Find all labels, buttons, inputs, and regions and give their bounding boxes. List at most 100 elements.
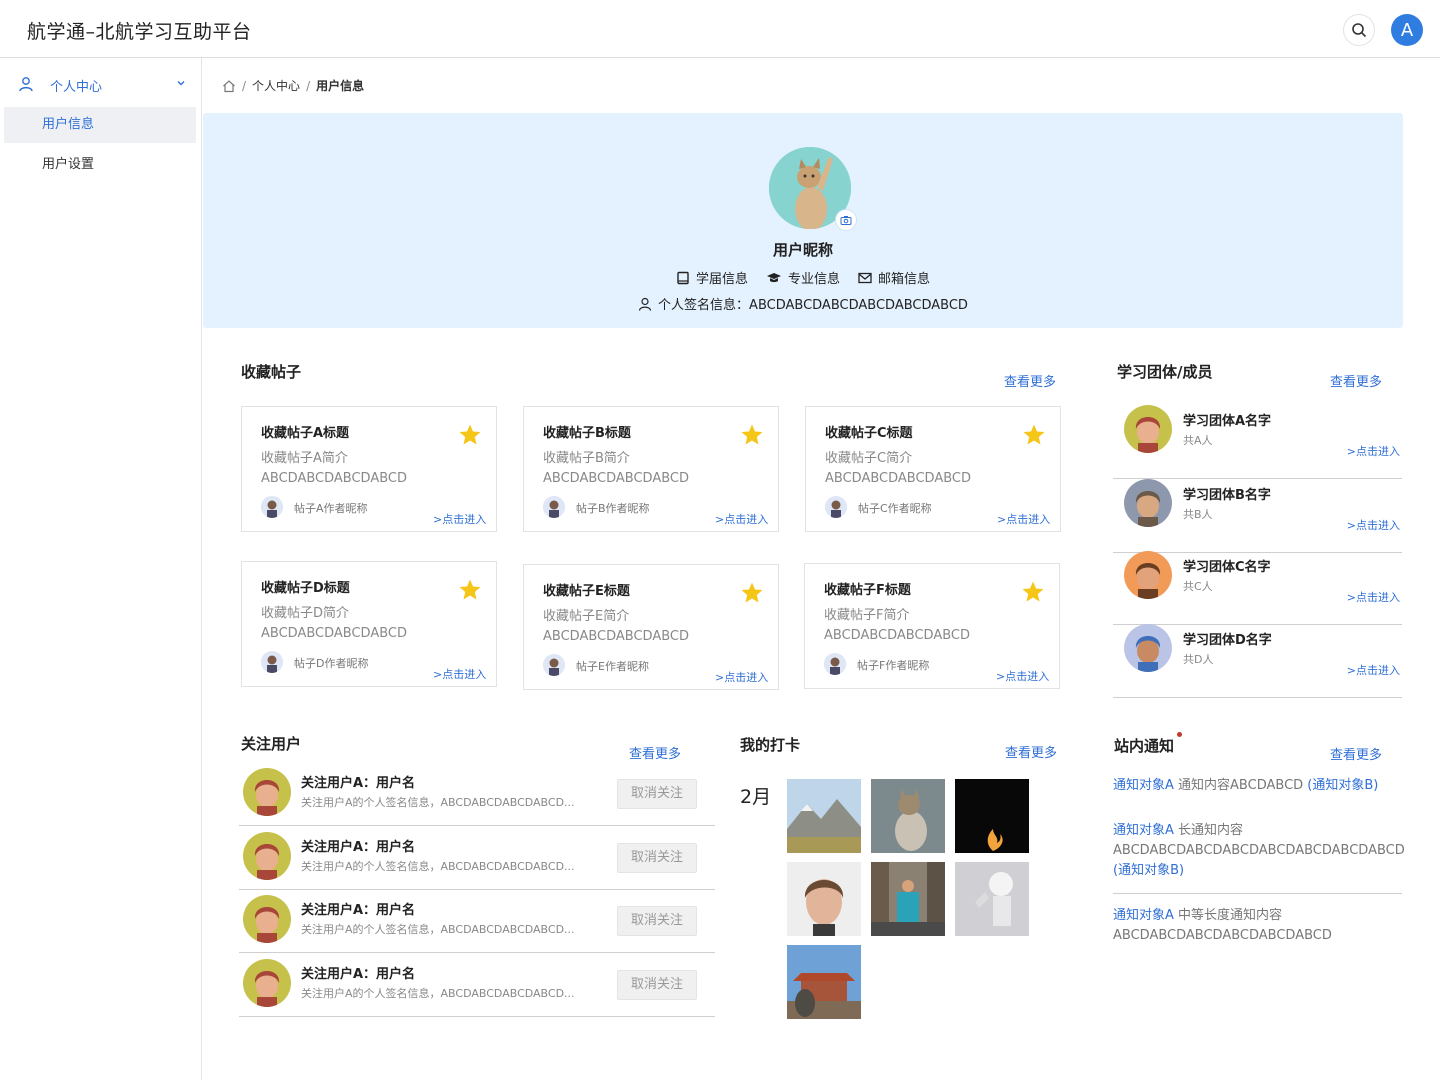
checkin-photo-fire[interactable] [955, 779, 1029, 853]
follows-more-link[interactable]: 查看更多 [629, 743, 681, 762]
group-enter-link[interactable]: >点击进入 [1347, 662, 1400, 678]
favorites-more-link[interactable]: 查看更多 [1004, 371, 1056, 390]
post-title[interactable]: 收藏帖子A标题 [261, 422, 349, 441]
followed-user-avatar[interactable] [243, 768, 291, 816]
followed-user-item[interactable]: 关注用户A：用户名 关注用户A的个人签名信息，ABCDABCDABCDABCD.… [239, 766, 715, 826]
sidebar-item-user-settings[interactable]: 用户设置 [4, 147, 196, 183]
post-enter-link[interactable]: >点击进入 [433, 511, 486, 527]
unfollow-button[interactable]: 取消关注 [617, 779, 697, 809]
search-button[interactable] [1343, 14, 1375, 46]
unfollow-button[interactable]: 取消关注 [617, 843, 697, 873]
notice-sender[interactable]: 通知对象A [1113, 778, 1174, 793]
post-enter-link[interactable]: >点击进入 [996, 668, 1049, 684]
post-title[interactable]: 收藏帖子B标题 [543, 422, 631, 441]
favorite-post-card[interactable]: 收藏帖子E标题 收藏帖子E简介 ABCDABCDABCDABCD 帖子E作者昵称 … [523, 564, 779, 690]
change-avatar-button[interactable] [835, 209, 857, 231]
star-icon[interactable] [458, 423, 482, 447]
groups-more-link[interactable]: 查看更多 [1330, 371, 1382, 390]
followed-user-name[interactable]: 关注用户A：用户名 [301, 899, 415, 918]
post-enter-link[interactable]: >点击进入 [715, 511, 768, 527]
checkin-photo-palace[interactable] [787, 945, 861, 1019]
followed-user-avatar[interactable] [243, 832, 291, 880]
group-item[interactable]: 学习团体C名字 共C人 >点击进入 [1113, 551, 1402, 625]
favorite-post-card[interactable]: 收藏帖子F标题 收藏帖子F简介 ABCDABCDABCDABCD 帖子F作者昵称 … [804, 563, 1060, 689]
star-icon[interactable] [458, 578, 482, 602]
followed-user-signature: 关注用户A的个人签名信息，ABCDABCDABCDABCD... [301, 923, 575, 936]
followed-user-name[interactable]: 关注用户A：用户名 [301, 772, 415, 791]
favorites-title: 收藏帖子 [241, 363, 302, 381]
followed-user-item[interactable]: 关注用户A：用户名 关注用户A的个人签名信息，ABCDABCDABCDABCD.… [239, 957, 715, 1017]
post-author: 帖子D作者昵称 [294, 657, 369, 670]
major-info: 专业信息 [766, 268, 840, 287]
breadcrumb-item-personal-center[interactable]: 个人中心 [252, 77, 300, 94]
post-desc: 收藏帖子F简介 ABCDABCDABCDABCD [824, 606, 994, 646]
notice-sender[interactable]: 通知对象A [1113, 908, 1174, 923]
home-icon[interactable] [222, 79, 236, 93]
post-enter-link[interactable]: >点击进入 [997, 511, 1050, 527]
group-enter-link[interactable]: >点击进入 [1347, 517, 1400, 533]
sidebar-item-user-info[interactable]: 用户信息 [4, 107, 196, 143]
checkin-photo-cat[interactable] [871, 779, 945, 853]
notice-item[interactable]: 通知对象A 中等长度通知内容ABCDABCDABCDABCDABCDABCD [1113, 906, 1402, 946]
group-enter-link[interactable]: >点击进入 [1347, 589, 1400, 605]
author-avatar [825, 496, 847, 518]
breadcrumb-separator: / [306, 78, 311, 93]
group-avatar [1124, 405, 1172, 453]
unfollow-button[interactable]: 取消关注 [617, 906, 697, 936]
unfollow-button[interactable]: 取消关注 [617, 970, 697, 1000]
group-enter-link[interactable]: >点击进入 [1347, 443, 1400, 459]
star-icon[interactable] [740, 423, 764, 447]
breadcrumb-item-user-info: 用户信息 [316, 79, 365, 93]
post-desc-line: 收藏帖子A简介 [261, 451, 348, 466]
post-title[interactable]: 收藏帖子D标题 [261, 577, 350, 596]
group-item[interactable]: 学习团体D名字 共D人 >点击进入 [1113, 624, 1402, 698]
user-avatar-button[interactable]: A [1391, 14, 1423, 46]
favorite-post-card[interactable]: 收藏帖子B标题 收藏帖子B简介 ABCDABCDABCDABCD 帖子B作者昵称 … [523, 406, 779, 532]
notice-item[interactable]: 通知对象A 通知内容ABCDABCD (通知对象B) [1113, 776, 1402, 796]
star-icon[interactable] [1021, 580, 1045, 604]
post-desc-line: 收藏帖子D简介 [261, 606, 350, 621]
checkin-photo-street[interactable] [871, 862, 945, 936]
group-name[interactable]: 学习团体D名字 [1183, 629, 1272, 648]
star-icon[interactable] [740, 581, 764, 605]
sidebar: 个人中心 用户信息 用户设置 [0, 58, 202, 1080]
notices-title: 站内通知 [1114, 737, 1175, 755]
followed-user-avatar[interactable] [243, 895, 291, 943]
followed-user-item[interactable]: 关注用户A：用户名 关注用户A的个人签名信息，ABCDABCDABCDABCD.… [239, 893, 715, 953]
notice-sender[interactable]: 通知对象A [1113, 823, 1174, 838]
followed-user-avatar[interactable] [243, 959, 291, 1007]
post-title[interactable]: 收藏帖子F标题 [824, 579, 911, 598]
notice-item[interactable]: 通知对象A 长通知内容ABCDABCDABCDABCDABCDABCDABCDA… [1113, 821, 1405, 881]
post-enter-link[interactable]: >点击进入 [715, 669, 768, 685]
sidebar-group-personal-center[interactable]: 个人中心 [0, 70, 202, 98]
checkin-photo-portrait[interactable] [787, 862, 861, 936]
followed-user-item[interactable]: 关注用户A：用户名 关注用户A的个人签名信息，ABCDABCDABCDABCD.… [239, 830, 715, 890]
post-desc: 收藏帖子C简介 ABCDABCDABCDABCD [825, 449, 995, 489]
group-name[interactable]: 学习团体B名字 [1183, 484, 1271, 503]
profile-info-row: 学届信息 专业信息 邮箱信息 [203, 268, 1403, 287]
followed-user-name[interactable]: 关注用户A：用户名 [301, 963, 415, 982]
followed-user-name[interactable]: 关注用户A：用户名 [301, 836, 415, 855]
checkin-photo-mountains[interactable] [787, 779, 861, 853]
group-name[interactable]: 学习团体A名字 [1183, 410, 1271, 429]
favorite-post-card[interactable]: 收藏帖子A标题 收藏帖子A简介 ABCDABCDABCDABCD 帖子A作者昵称 … [241, 406, 497, 532]
group-member-count: 共C人 [1183, 580, 1213, 593]
star-icon[interactable] [1022, 423, 1046, 447]
notice-target[interactable]: (通知对象B) [1307, 778, 1378, 793]
group-member-count: 共A人 [1183, 434, 1213, 447]
notice-target[interactable]: (通知对象B) [1113, 863, 1184, 878]
group-name[interactable]: 学习团体C名字 [1183, 556, 1271, 575]
post-author: 帖子C作者昵称 [858, 502, 932, 515]
followed-user-signature: 关注用户A的个人签名信息，ABCDABCDABCDABCD... [301, 987, 575, 1000]
favorite-post-card[interactable]: 收藏帖子D标题 收藏帖子D简介 ABCDABCDABCDABCD 帖子D作者昵称 … [241, 561, 497, 687]
post-enter-link[interactable]: >点击进入 [433, 666, 486, 682]
post-desc-line: ABCDABCDABCDABCD [824, 628, 970, 643]
checkin-photo-robot[interactable] [955, 862, 1029, 936]
post-title[interactable]: 收藏帖子C标题 [825, 422, 913, 441]
notices-more-link[interactable]: 查看更多 [1330, 744, 1382, 763]
checkin-more-link[interactable]: 查看更多 [1005, 742, 1057, 761]
post-title[interactable]: 收藏帖子E标题 [543, 580, 630, 599]
group-item[interactable]: 学习团体A名字 共A人 >点击进入 [1113, 405, 1402, 479]
favorite-post-card[interactable]: 收藏帖子C标题 收藏帖子C简介 ABCDABCDABCDABCD 帖子C作者昵称 … [805, 406, 1061, 532]
group-item[interactable]: 学习团体B名字 共B人 >点击进入 [1113, 479, 1402, 553]
